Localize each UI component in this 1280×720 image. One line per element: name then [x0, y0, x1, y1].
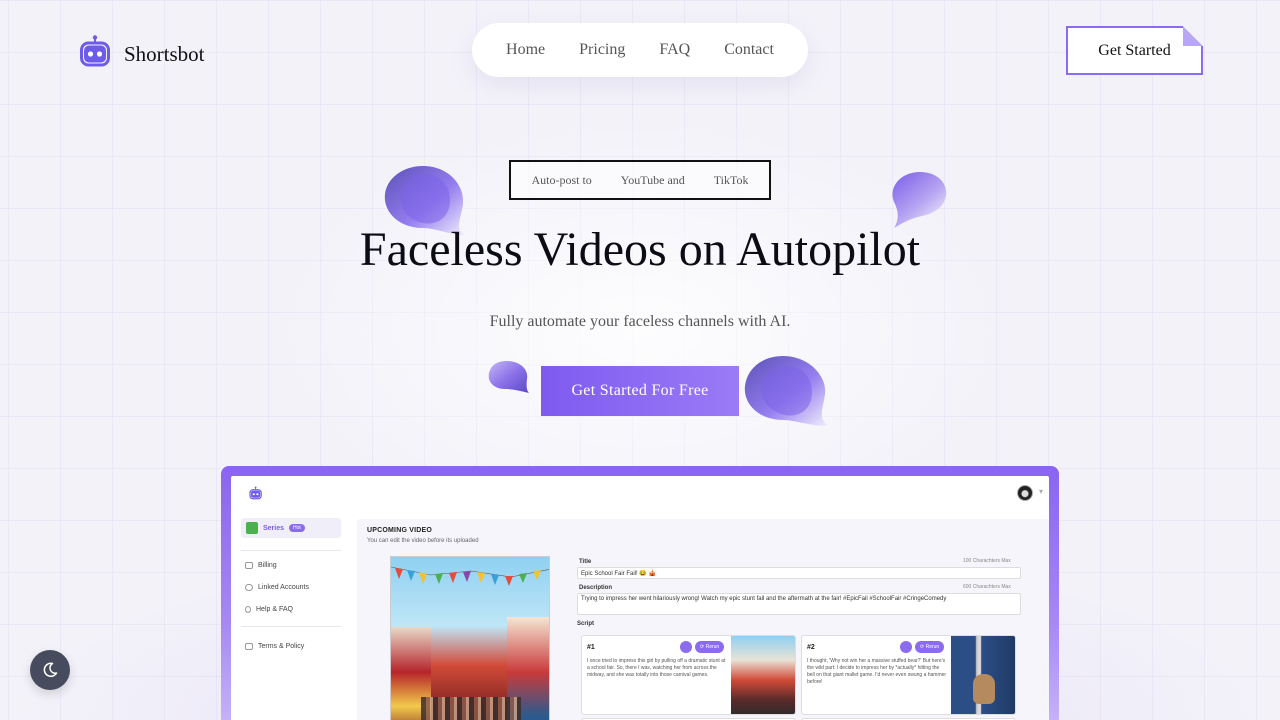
description-label: Description — [579, 585, 613, 591]
edit-icon[interactable] — [900, 641, 912, 653]
script-card[interactable]: #1 ⟳ Rerun I once tried to impress this … — [581, 635, 796, 715]
platform-pill: Auto-post to YouTube and TikTok — [509, 160, 771, 200]
pill-text-youtube: YouTube and — [620, 172, 685, 187]
upcoming-video-title: UPCOMING VIDEO — [367, 527, 433, 534]
script-card-image — [951, 636, 1015, 714]
nav-link-contact[interactable]: Contact — [724, 41, 774, 59]
sidebar-item-series[interactable]: Series Hot — [241, 518, 341, 538]
speech-bubble-icon — [744, 356, 829, 426]
corner-fold — [1183, 26, 1203, 46]
sidebar-item-label: Linked Accounts — [258, 584, 309, 591]
sidebar-item-terms[interactable]: Terms & Policy — [245, 643, 304, 650]
script-card[interactable]: #2 ⟳ Rerun I thought, 'Why not win her a… — [801, 635, 1016, 715]
script-card-text: I once tried to impress this girl by pul… — [587, 658, 726, 678]
description-max-hint: 600 Charachters Max — [963, 584, 1011, 590]
sidebar-item-label: Series — [263, 524, 285, 532]
sidebar-item-billing[interactable]: Billing — [245, 562, 277, 569]
main-nav: Home Pricing FAQ Contact — [472, 23, 808, 77]
robot-icon — [80, 34, 112, 68]
nav-link-faq[interactable]: FAQ — [659, 41, 690, 59]
speech-bubble-icon — [488, 361, 529, 393]
title-label: Title — [579, 559, 592, 565]
preview-topbar: ▾ — [231, 476, 1049, 516]
sidebar-item-label: Terms & Policy — [258, 643, 305, 650]
title-max-hint: 100 Charachters Max — [963, 558, 1011, 564]
chevron-down-icon[interactable]: ▾ — [1039, 487, 1043, 496]
script-card-number: #1 — [587, 644, 595, 651]
upcoming-video-subtitle: You can edit the video before its upload… — [367, 538, 479, 544]
rerun-button[interactable]: ⟳ Rerun — [915, 641, 945, 653]
dashboard-preview: ▾ Series Hot Billing Linked Accounts Hel… — [221, 466, 1059, 720]
script-card-text: I thought, 'Why not win her a massive st… — [807, 658, 947, 685]
teddy-bear-shape — [973, 674, 995, 704]
get-started-button[interactable]: Get Started — [1066, 26, 1203, 75]
lightbulb-icon — [245, 606, 251, 613]
bunting-flags — [391, 566, 549, 586]
robot-icon — [249, 486, 262, 500]
hero-subtitle: Fully automate your faceless channels wi… — [489, 313, 791, 330]
avatar[interactable] — [1017, 485, 1033, 501]
theme-toggle-button[interactable] — [30, 650, 70, 690]
script-label: Script — [577, 621, 595, 627]
edit-icon[interactable] — [680, 641, 692, 653]
sidebar-item-linked-accounts[interactable]: Linked Accounts — [245, 584, 309, 591]
sidebar-item-label: Help & FAQ — [256, 606, 293, 613]
nav-link-home[interactable]: Home — [506, 41, 545, 59]
thumbnail-crowd — [421, 697, 521, 720]
sidebar-item-label: Billing — [258, 562, 277, 569]
hero-title: Faceless Videos on Autopilot — [359, 223, 921, 276]
speech-bubble-icon — [892, 172, 947, 228]
preview-screen: ▾ Series Hot Billing Linked Accounts Hel… — [231, 476, 1049, 720]
moon-icon — [43, 662, 58, 678]
script-card-image — [731, 636, 795, 714]
description-field[interactable]: Trying to impress her went hilariously w… — [577, 593, 1021, 615]
brand-logo[interactable]: Shortsbot — [80, 34, 205, 68]
sidebar-divider — [241, 550, 341, 551]
get-started-label: Get Started — [1098, 41, 1171, 59]
script-card-number: #2 — [807, 644, 815, 651]
link-icon — [245, 584, 253, 591]
hot-badge: Hot — [289, 524, 305, 532]
series-icon — [246, 522, 258, 534]
billing-icon — [245, 562, 253, 569]
preview-main: UPCOMING VIDEO You can edit the video be… — [357, 519, 1049, 720]
nav-link-pricing[interactable]: Pricing — [579, 41, 625, 59]
brand-name: Shortsbot — [124, 41, 205, 66]
sidebar-divider — [241, 626, 341, 627]
pill-text-tiktok: TikTok — [713, 172, 749, 187]
preview-sidebar: Series Hot Billing Linked Accounts Help … — [231, 516, 351, 720]
pill-text-autopost: Auto-post to — [531, 172, 592, 187]
rerun-button[interactable]: ⟳ Rerun — [695, 641, 725, 653]
title-field[interactable]: Epic School Fair Fail! 😂 🎪 — [577, 567, 1021, 579]
get-started-free-button[interactable]: Get Started For Free — [541, 366, 739, 416]
video-thumbnail[interactable] — [390, 556, 550, 720]
document-icon — [245, 643, 253, 650]
sidebar-item-help[interactable]: Help & FAQ — [245, 606, 293, 613]
